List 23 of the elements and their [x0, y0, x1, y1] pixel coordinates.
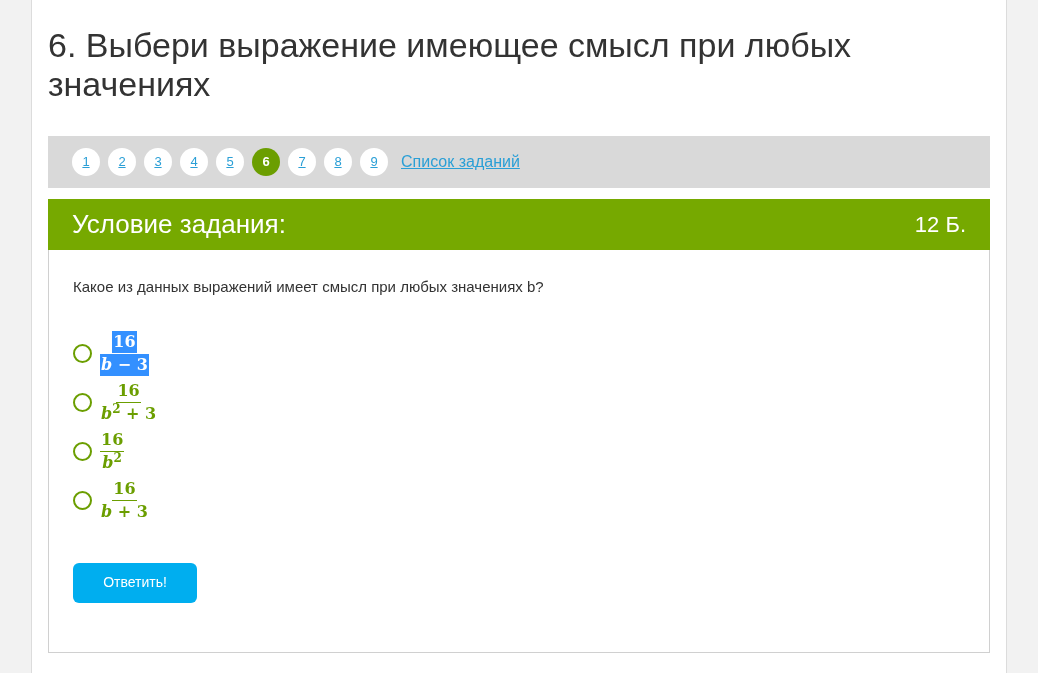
page-title: 6. Выбери выражение имеющее смысл при любых значениях [48, 26, 853, 104]
radio-button[interactable] [73, 343, 92, 363]
task-number-link[interactable]: 4 [180, 148, 208, 176]
task-number-link[interactable]: 1 [72, 148, 100, 176]
task-points: 12 Б. [914, 211, 966, 239]
radio-button[interactable] [73, 490, 92, 510]
task-number-link[interactable]: 9 [360, 148, 388, 176]
task-number-link[interactable]: 5 [216, 148, 244, 176]
task-number-link[interactable]: 6 [252, 148, 280, 176]
fraction: 16 b$^{2}$ [100, 428, 125, 474]
task-number-link[interactable]: 8 [324, 148, 352, 176]
submit-button[interactable]: Ответить! [73, 562, 197, 603]
fraction: 16 b$^{2}$ + 3 [100, 379, 158, 425]
task-number-link[interactable]: 3 [144, 148, 172, 176]
fraction: 16 b − 3 [100, 330, 149, 376]
task-heading: Условие задания: [72, 208, 286, 241]
radio-button[interactable] [73, 441, 92, 461]
task-number-link[interactable]: 2 [108, 148, 136, 176]
task-number-link[interactable]: 7 [288, 148, 316, 176]
task-list-link[interactable]: Список заданий [401, 150, 520, 174]
radio-button[interactable] [73, 392, 92, 412]
question-text: Какое из данных выражений имеет смысл при любых значениях b? [73, 277, 545, 297]
fraction: 16 b + 3 [100, 477, 149, 523]
